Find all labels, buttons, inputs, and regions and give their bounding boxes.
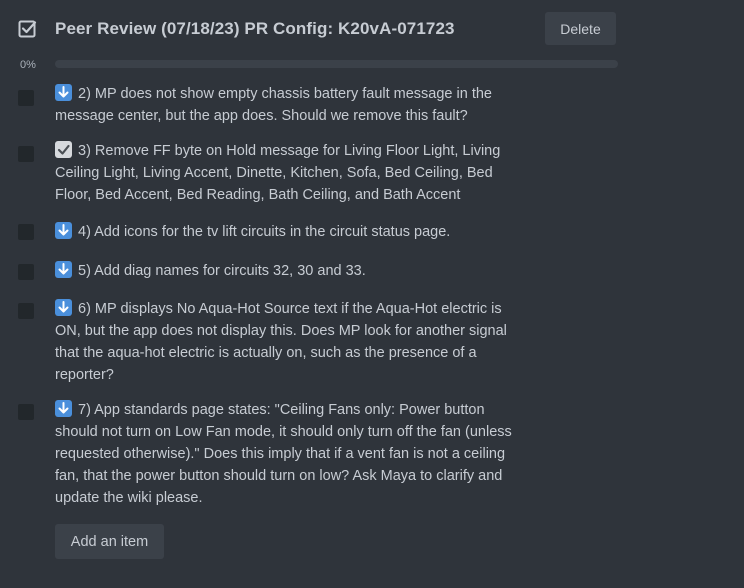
delete-button[interactable]: Delete	[545, 12, 616, 45]
item-checkbox[interactable]	[18, 90, 34, 106]
add-item-button[interactable]: Add an item	[55, 524, 164, 559]
item-text-block[interactable]: 6) MP displays No Aqua-Hot Source text i…	[55, 298, 530, 386]
checklist-header: Peer Review (07/18/23) PR Config: K20vA-…	[0, 0, 744, 58]
check-mark-emoji-icon	[55, 141, 72, 158]
item-text-block[interactable]: 4) Add icons for the tv lift circuits in…	[55, 221, 530, 243]
item-text: 4) Add icons for the tv lift circuits in…	[78, 224, 451, 240]
item-text: 3) Remove FF byte on Hold message for Li…	[55, 143, 501, 203]
arrow-down-emoji-icon	[55, 222, 72, 239]
item-checkbox[interactable]	[18, 146, 34, 162]
arrow-down-emoji-icon	[55, 261, 72, 278]
checklist-title[interactable]: Peer Review (07/18/23) PR Config: K20vA-…	[55, 19, 455, 39]
item-text-block[interactable]: 3) Remove FF byte on Hold message for Li…	[55, 140, 530, 206]
arrow-down-emoji-icon	[55, 400, 72, 417]
item-text: 7) App standards page states: "Ceiling F…	[55, 402, 512, 506]
item-text: 5) Add diag names for circuits 32, 30 an…	[78, 263, 366, 279]
item-checkbox[interactable]	[18, 404, 34, 420]
checklist-icon	[18, 19, 38, 39]
item-text-block[interactable]: 2) MP does not show empty chassis batter…	[55, 83, 530, 127]
item-checkbox[interactable]	[18, 264, 34, 280]
item-text: 2) MP does not show empty chassis batter…	[55, 86, 492, 124]
item-checkbox[interactable]	[18, 224, 34, 240]
progress-bar	[55, 60, 618, 68]
item-text-block[interactable]: 5) Add diag names for circuits 32, 30 an…	[55, 260, 530, 282]
progress-percent: 0%	[20, 59, 36, 71]
arrow-down-emoji-icon	[55, 299, 72, 316]
checklist-panel: Peer Review (07/18/23) PR Config: K20vA-…	[0, 0, 744, 588]
item-text-block[interactable]: 7) App standards page states: "Ceiling F…	[55, 399, 530, 509]
item-text: 6) MP displays No Aqua-Hot Source text i…	[55, 301, 507, 383]
item-checkbox[interactable]	[18, 303, 34, 319]
arrow-down-emoji-icon	[55, 84, 72, 101]
